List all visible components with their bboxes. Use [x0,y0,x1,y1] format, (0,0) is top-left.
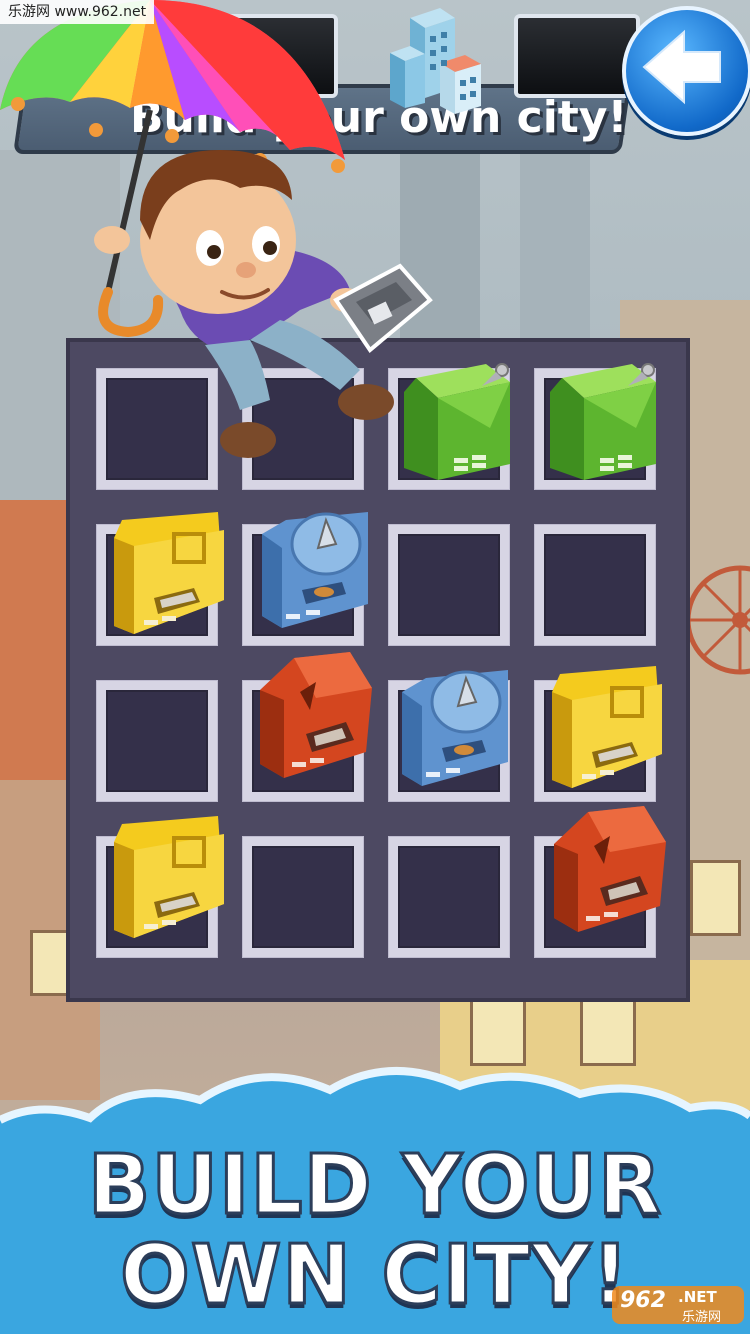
ferris-wheel-icon [685,565,750,675]
watermark-top: 乐游网 www.962.net [0,0,155,24]
watermark-badge: 962 .NET 乐游网 [612,1284,744,1326]
background-building [0,500,70,800]
board-cell[interactable] [534,524,656,646]
background-building [520,150,590,370]
back-arrow-icon [642,29,721,105]
red-building-piece[interactable] [548,806,666,932]
yellow-building-piece[interactable] [108,510,226,636]
watermark-badge-tld: .NET [678,1288,717,1306]
watermark-badge-number: 962 [620,1288,666,1313]
headline-line-1: BUILD YOUR [86,1137,663,1235]
watermark-badge-cn: 乐游网 [682,1310,722,1325]
red-building-piece[interactable] [254,652,372,778]
board-cell[interactable] [96,680,218,802]
back-button[interactable] [622,6,750,136]
yellow-building-piece[interactable] [108,814,226,940]
blue-building-piece[interactable] [396,662,514,788]
umbrella-character [0,0,433,458]
board-cell[interactable] [242,836,364,958]
background-window [690,860,741,936]
board-cell[interactable] [388,524,510,646]
yellow-building-piece[interactable] [546,664,664,790]
green-building-piece[interactable] [544,358,662,484]
game-screen: Build your own city! BUILD YOUR OWN CITY… [0,0,750,1334]
board-cell[interactable] [388,836,510,958]
blue-building-piece[interactable] [256,504,374,630]
